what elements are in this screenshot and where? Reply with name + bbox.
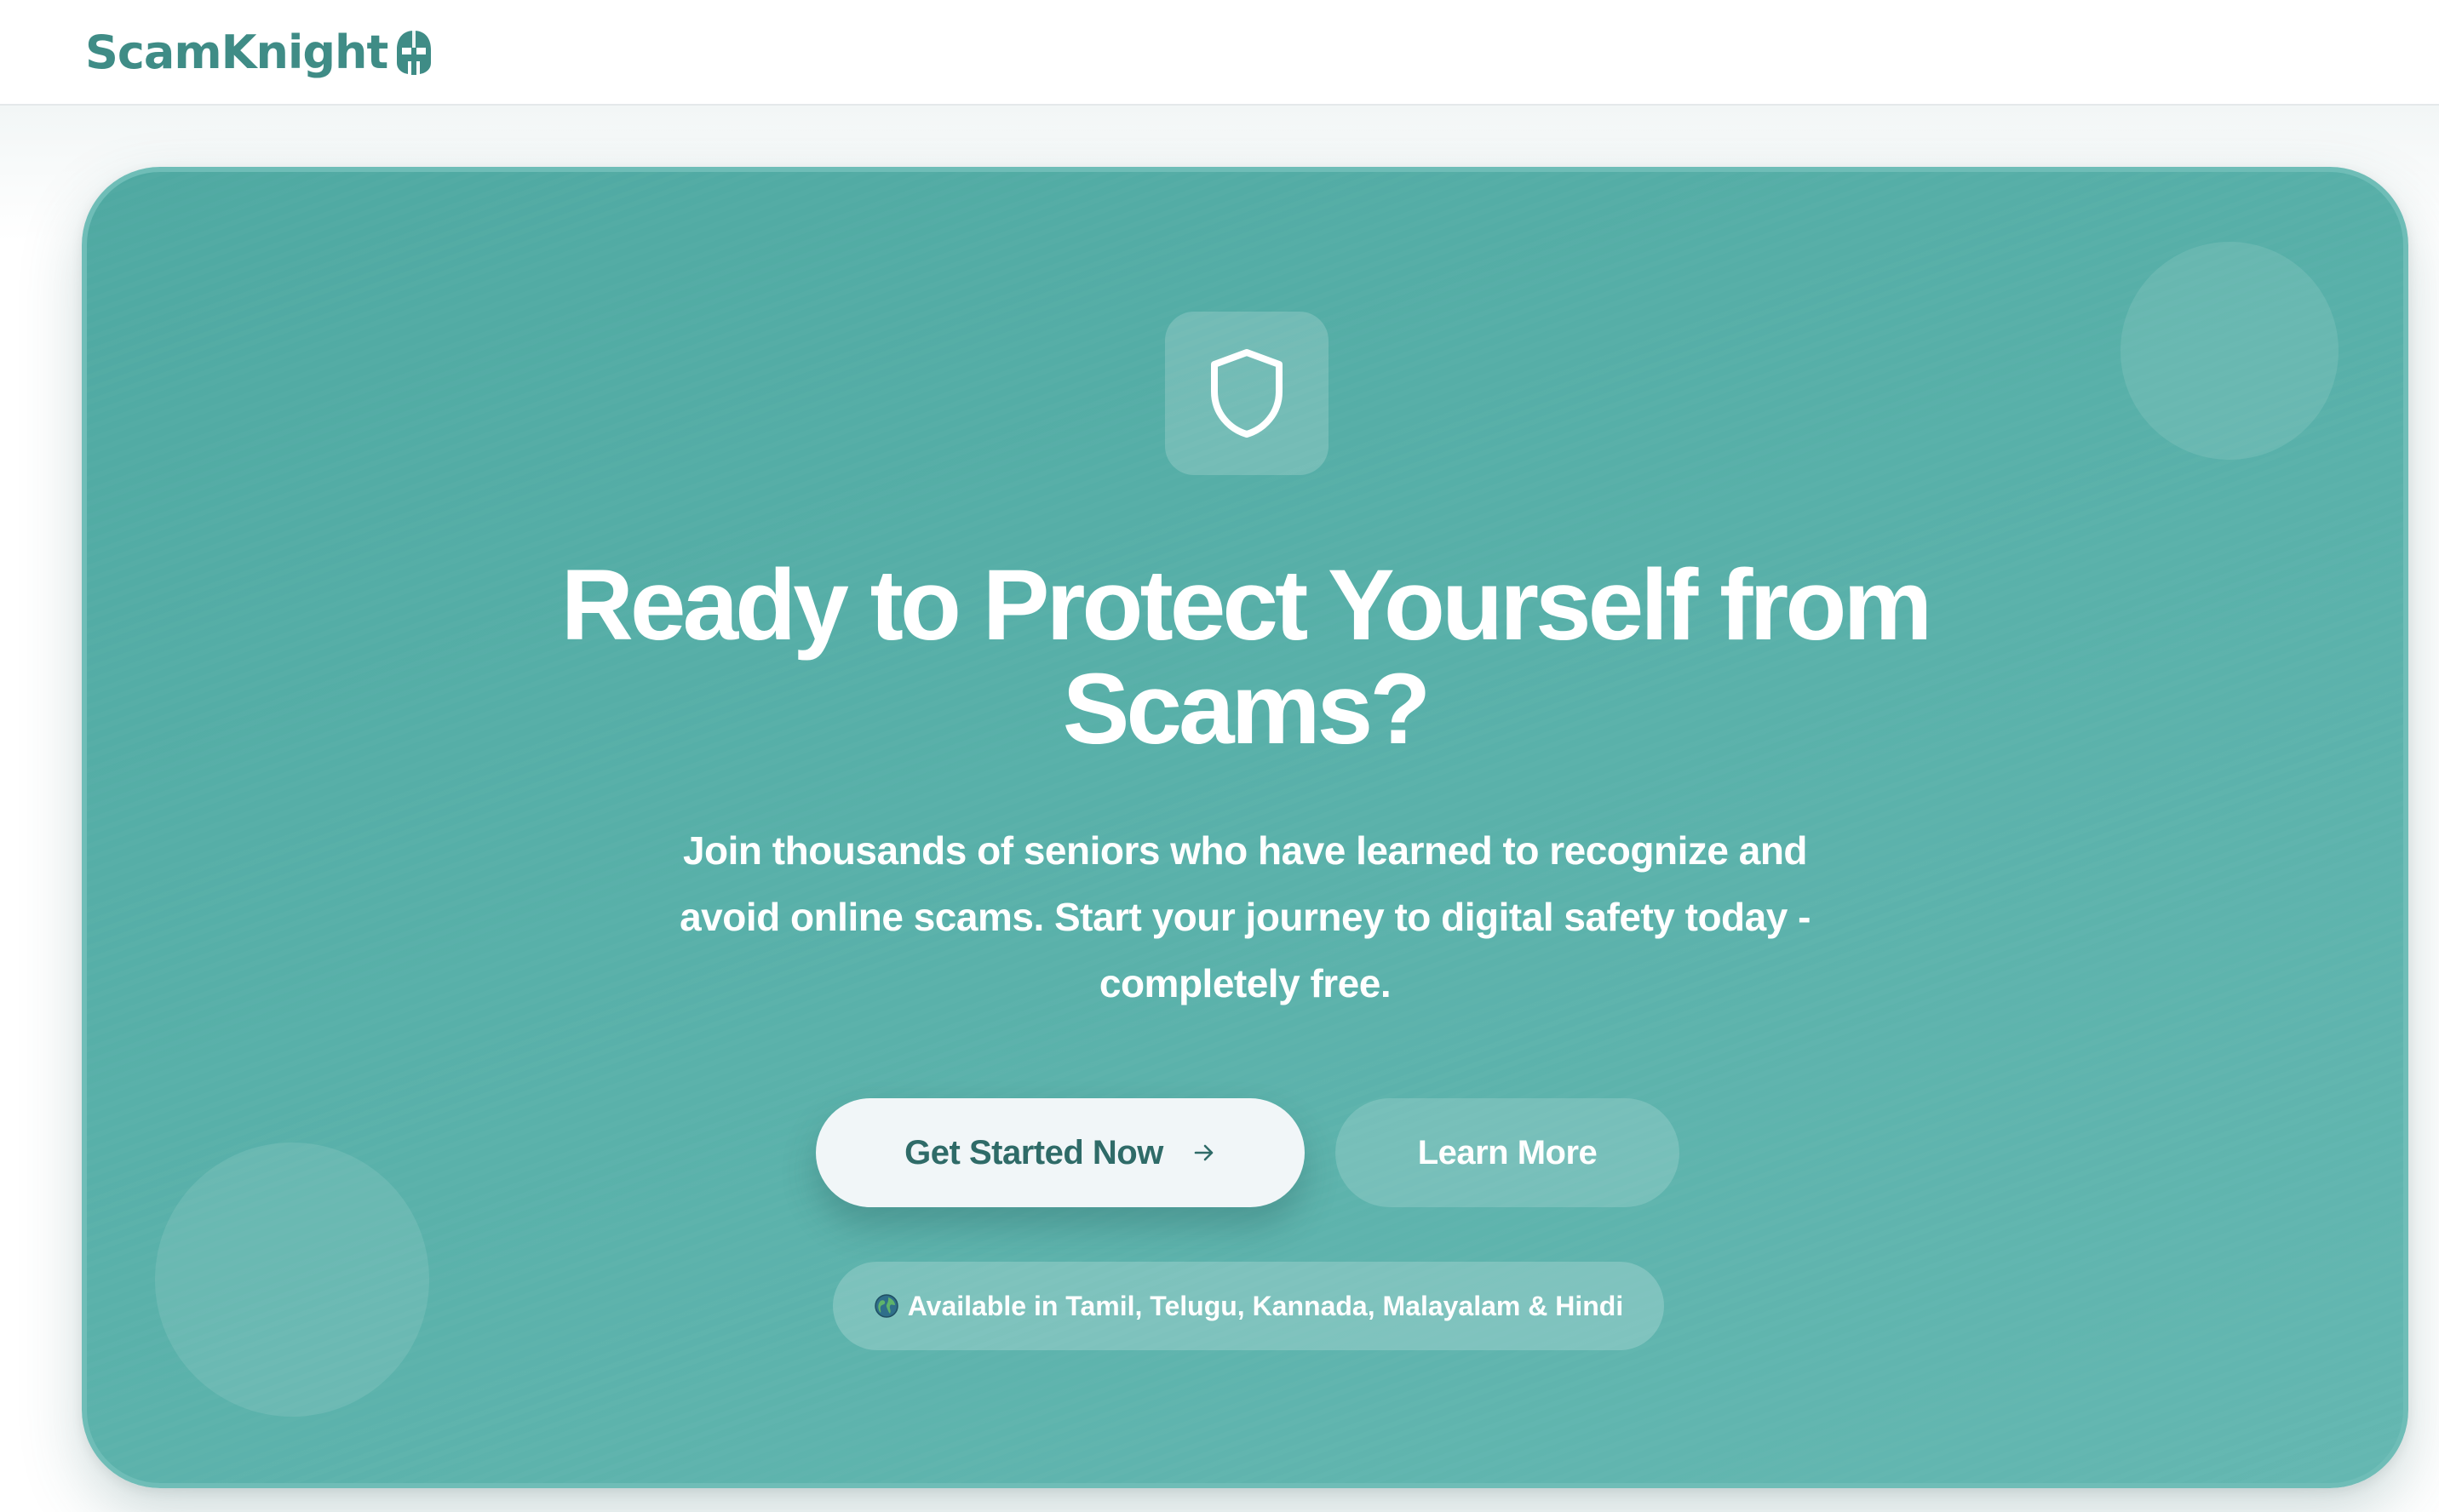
knight-helmet-icon xyxy=(394,29,433,77)
shield-icon xyxy=(1211,349,1283,438)
hero-card: Ready to Protect Yourself from Scams? Jo… xyxy=(82,167,2408,1488)
languages-badge: Available in Tamil, Telugu, Kannada, Mal… xyxy=(833,1262,1664,1350)
learn-more-button[interactable]: Learn More xyxy=(1335,1098,1679,1207)
hero-title-line-2: Scams? xyxy=(1062,653,1432,765)
shield-icon-tile xyxy=(1165,312,1329,475)
top-navbar: ScamKnight xyxy=(0,0,2439,106)
decorative-circle-top-right xyxy=(2120,242,2339,460)
hero-title-line-1: Ready to Protect Yourself from xyxy=(560,549,1933,662)
brand-logo-link[interactable]: ScamKnight xyxy=(85,22,433,83)
get-started-label: Get Started Now xyxy=(904,1133,1163,1171)
learn-more-label: Learn More xyxy=(1417,1133,1598,1171)
get-started-button[interactable]: Get Started Now xyxy=(816,1098,1305,1207)
globe-icon xyxy=(875,1294,898,1318)
brand-name: ScamKnight xyxy=(85,26,388,79)
languages-text: Available in Tamil, Telugu, Kannada, Mal… xyxy=(907,1290,1624,1321)
hero-title: Ready to Protect Yourself from Scams? xyxy=(87,553,2403,761)
hero-subtitle: Join thousands of seniors who have learn… xyxy=(680,828,1811,1005)
arrow-right-icon xyxy=(1194,1144,1214,1161)
decorative-circle-bottom-left xyxy=(155,1143,429,1417)
